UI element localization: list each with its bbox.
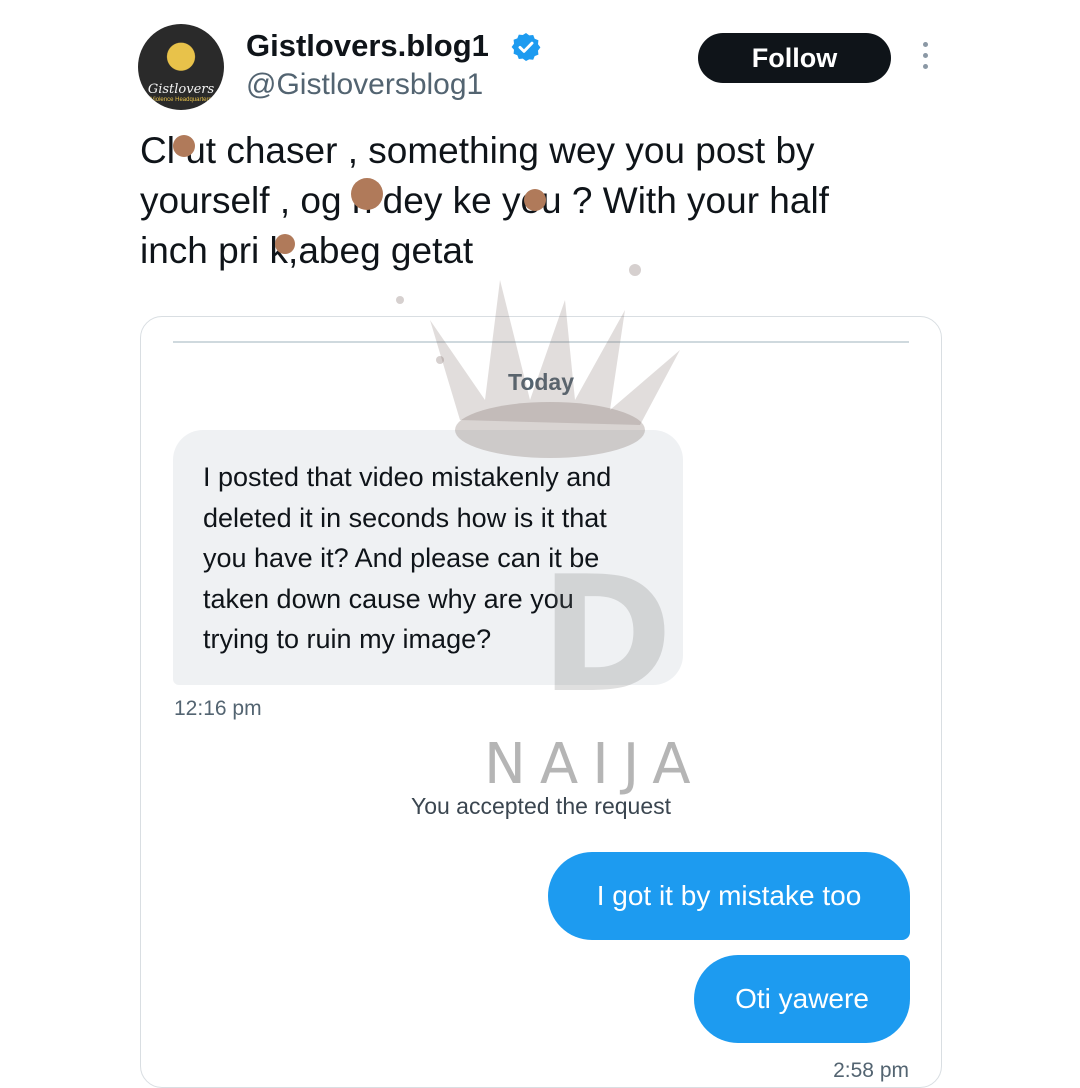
watermark-letter: D	[540, 541, 673, 728]
incoming-timestamp: 12:16 pm	[174, 697, 262, 720]
dm-date-label: Today	[507, 369, 575, 395]
avatar[interactable]: Gistlovers Violence Headquarters	[138, 24, 224, 110]
redaction-dot	[524, 189, 546, 211]
user-handle[interactable]: @Gistloversblog1	[246, 68, 483, 102]
redaction-dot	[275, 234, 295, 254]
tweet-line: Cl ut chaser , something wey you post by	[140, 130, 815, 171]
display-name[interactable]: Gistlovers.blog1	[246, 28, 489, 64]
watermark-text: NAIJA	[484, 732, 705, 797]
tweet-line: inch pri k,abeg getat	[140, 230, 474, 271]
tweet-header: Gistlovers Violence Headquarters Gistlov…	[0, 0, 1080, 120]
redaction-dot	[351, 178, 383, 210]
message-line: I posted that video mistakenly and	[203, 462, 612, 492]
redaction-dot	[173, 135, 195, 157]
follow-button[interactable]: Follow	[698, 33, 891, 83]
outgoing-message-bubble: I got it by mistake too	[548, 852, 910, 940]
divider	[173, 341, 909, 343]
system-message: You accepted the request	[410, 793, 672, 819]
tweet-line: yourself , og n dey ke you ? With your h…	[140, 180, 829, 221]
avatar-logo-subtext: Violence Headquarters	[150, 97, 212, 103]
outgoing-timestamp: 2:58 pm	[833, 1059, 909, 1082]
avatar-logo-text: Gistlovers	[147, 82, 215, 97]
more-options-icon[interactable]	[919, 42, 931, 74]
outgoing-message-bubble: Oti yawere	[694, 955, 910, 1043]
message-line: deleted it in seconds how is it that	[203, 502, 607, 533]
tweet-text: Cl ut chaser , something wey you post by…	[140, 126, 960, 276]
verified-badge-icon	[511, 33, 541, 61]
